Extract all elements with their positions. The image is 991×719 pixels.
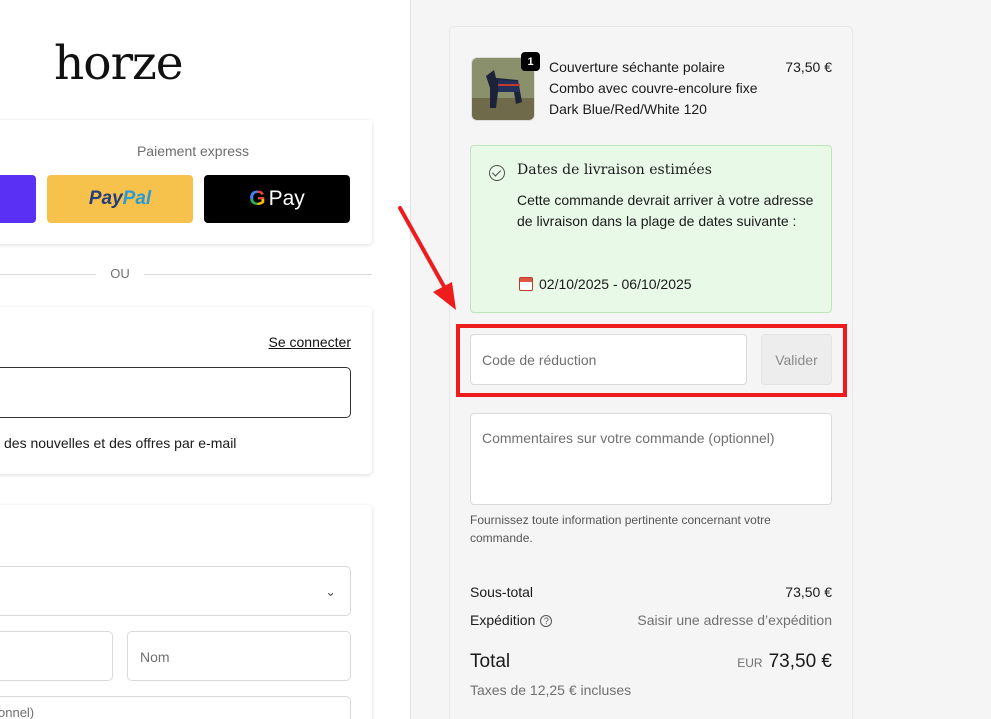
subtotal-value: 73,50 € xyxy=(785,584,832,600)
brand-logo[interactable]: horze xyxy=(54,36,184,91)
contact-card: Se connecter des nouvelles et des offres… xyxy=(0,307,372,474)
quantity-badge: 1 xyxy=(521,52,540,71)
order-comments-placeholder: Commentaires sur votre commande (optionn… xyxy=(482,430,775,446)
divider-line-right xyxy=(144,274,372,275)
estimated-delivery-text: Cette commande devrait arriver à votre a… xyxy=(517,192,814,229)
order-summary-column: 1 Couverture séchante polaire Combo avec… xyxy=(411,0,991,719)
google-g-icon: G xyxy=(249,187,266,210)
shipping-label: Expédition xyxy=(470,612,536,628)
total-value-wrap: EUR 73,50 € xyxy=(737,651,832,673)
product-price: 73,50 € xyxy=(785,59,832,75)
paypal-button[interactable]: PayPal xyxy=(47,175,193,223)
order-comments-field[interactable]: Commentaires sur votre commande (optionn… xyxy=(470,413,832,505)
shipping-value: Saisir une adresse d’expédition xyxy=(637,612,832,628)
check-circle-icon xyxy=(489,165,505,181)
total-value: 73,50 € xyxy=(768,651,832,672)
google-pay-label: Pay xyxy=(268,187,305,210)
estimated-delivery-box: Dates de livraison estimées Cette comman… xyxy=(470,145,832,313)
subtotal-label: Sous-total xyxy=(470,584,534,600)
first-name-field[interactable] xyxy=(0,631,113,681)
express-checkout-card: Paiement express PayPal G Pay xyxy=(0,120,372,244)
google-pay-button[interactable]: G Pay xyxy=(204,175,350,223)
last-name-placeholder: Nom xyxy=(140,649,170,665)
delivery-card: ⌄ Nom onnel) xyxy=(0,505,372,719)
total-currency: EUR xyxy=(737,656,763,670)
company-field[interactable]: onnel) xyxy=(0,696,351,719)
estimated-delivery-title: Dates de livraison estimées xyxy=(517,162,712,178)
shipping-label-wrap: Expédition? xyxy=(470,612,553,628)
taxes-included: Taxes de 12,25 € incluses xyxy=(470,682,632,698)
paypal-logo: PayPal xyxy=(88,188,152,209)
checkout-form-column: horze Paiement express PayPal G Pay OU S… xyxy=(0,0,411,719)
country-select[interactable]: ⌄ xyxy=(0,566,351,616)
apply-discount-button[interactable]: Valider xyxy=(761,334,832,385)
calendar-icon xyxy=(519,277,533,291)
divider-line-left xyxy=(0,274,96,275)
product-name: Couverture séchante polaire Combo avec c… xyxy=(549,59,758,117)
estimated-delivery-dates: 02/10/2025 - 06/10/2025 xyxy=(539,276,692,292)
total-label: Total xyxy=(470,651,511,672)
help-icon[interactable]: ? xyxy=(540,615,553,627)
order-comments-help: Fournissez toute information pertinente … xyxy=(470,513,771,545)
newsletter-optin-label[interactable]: des nouvelles et des offres par e-mail xyxy=(4,435,236,451)
order-summary-panel: 1 Couverture séchante polaire Combo avec… xyxy=(449,26,853,719)
discount-code-placeholder: Code de réduction xyxy=(482,352,597,368)
discount-code-input[interactable]: Code de réduction xyxy=(470,334,747,385)
or-divider: OU xyxy=(0,266,372,281)
login-link[interactable]: Se connecter xyxy=(269,334,352,350)
or-divider-label: OU xyxy=(110,266,130,281)
email-field[interactable] xyxy=(0,367,351,418)
last-name-field[interactable]: Nom xyxy=(127,631,351,681)
express-checkout-title: Paiement express xyxy=(136,143,250,159)
company-placeholder: onnel) xyxy=(0,705,35,719)
chevron-down-icon: ⌄ xyxy=(325,584,336,599)
shop-pay-button[interactable] xyxy=(0,175,36,223)
